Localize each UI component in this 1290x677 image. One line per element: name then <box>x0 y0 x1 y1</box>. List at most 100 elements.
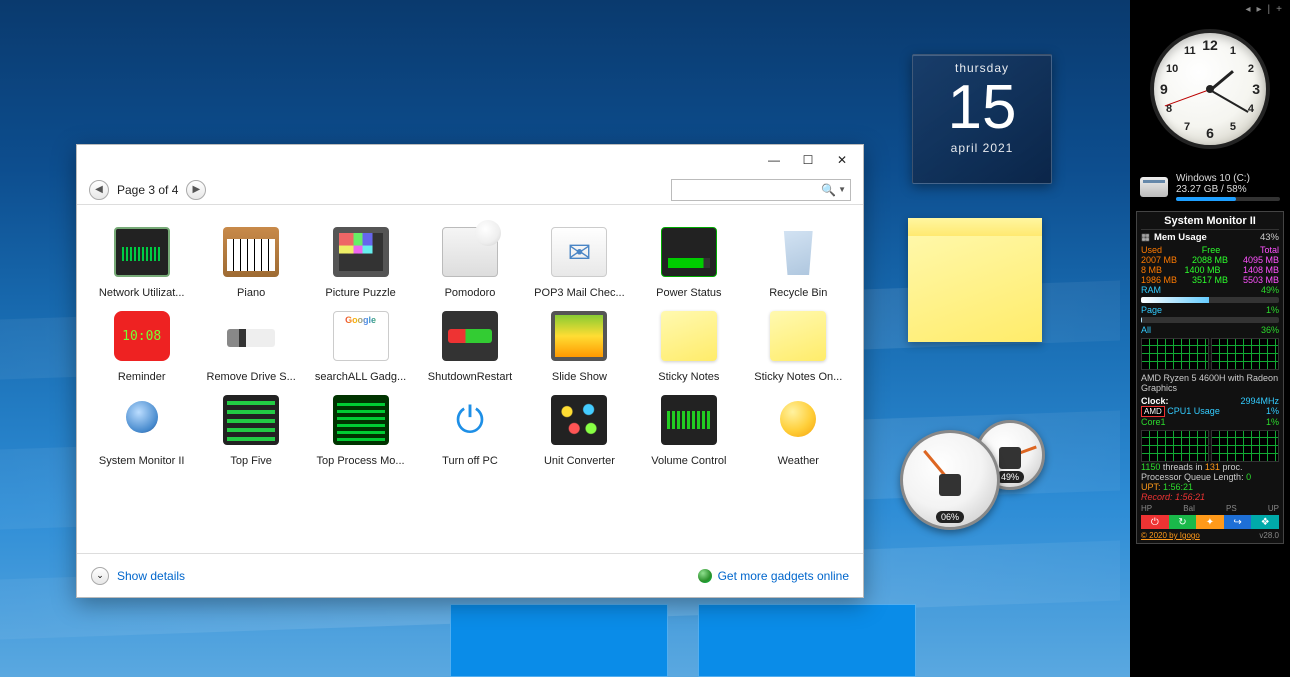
clock-gadget[interactable]: 12 1 2 3 4 5 6 7 8 9 10 11 <box>1145 29 1275 159</box>
gadget-item-mail[interactable]: POP3 Mail Chec... <box>525 221 634 299</box>
page-next-button[interactable]: ▶ <box>186 180 206 200</box>
clock-num-7: 7 <box>1184 121 1190 133</box>
restart-icon[interactable]: ↻ <box>1169 515 1197 529</box>
gadget-item-power[interactable]: Power Status <box>634 221 743 299</box>
gadget-item-network[interactable]: Network Utilizat... <box>87 221 196 299</box>
gadget-label: Top Process Mo... <box>311 455 411 467</box>
clock-num-11: 11 <box>1184 45 1196 57</box>
search-icon[interactable]: 🔍 <box>821 183 836 197</box>
power-icon[interactable]: ⏻ <box>1141 515 1169 529</box>
cpu-name: AMD Ryzen 5 4600H with Radeon Graphics <box>1141 373 1279 393</box>
logoff-icon[interactable]: ↪ <box>1224 515 1252 529</box>
close-button[interactable]: ✕ <box>825 149 859 171</box>
gadget-item-puzzle[interactable]: Picture Puzzle <box>306 221 415 299</box>
google-search-icon <box>333 311 389 361</box>
gadget-gallery-window: — ☐ ✕ ◀ Page 3 of 4 ▶ 🔍 ▼ Network Utiliz… <box>76 144 864 598</box>
cpu-dial: 06% <box>900 430 1000 530</box>
clock-minute-hand <box>1210 89 1249 113</box>
gadget-item-reminder[interactable]: Reminder <box>87 305 196 383</box>
gadget-label: Network Utilizat... <box>92 287 192 299</box>
core-row: Core1 1% <box>1141 417 1279 427</box>
gadget-label: Slide Show <box>529 371 629 383</box>
cpu-chip-icon <box>939 474 961 496</box>
clock-face: 12 1 2 3 4 5 6 7 8 9 10 11 <box>1150 29 1270 149</box>
sleep-icon[interactable]: ✦ <box>1196 515 1224 529</box>
volume-icon <box>661 395 717 445</box>
gadget-label: searchALL Gadg... <box>311 371 411 383</box>
search-dropdown-icon[interactable]: ▼ <box>838 185 846 194</box>
search-box[interactable]: 🔍 ▼ <box>671 179 851 201</box>
power-off-icon <box>442 395 498 445</box>
drive-info: Windows 10 (C:) 23.27 GB / 58% <box>1176 173 1280 201</box>
credit-link[interactable]: © 2020 by Igogo <box>1141 531 1200 540</box>
battery-icon <box>661 227 717 277</box>
mail-icon <box>551 227 607 277</box>
mem-pct: 43% <box>1260 232 1279 243</box>
calendar-date: 15 <box>913 77 1051 139</box>
monitor-version: v28.0 <box>1259 531 1279 540</box>
drive-meter-gadget[interactable]: Windows 10 (C:) 23.27 GB / 58% <box>1136 169 1284 205</box>
gadget-item-searchall[interactable]: searchALL Gadg... <box>306 305 415 383</box>
col-free: Free <box>1202 245 1221 255</box>
cpu-meter-gadget[interactable]: 49% 06% <box>900 420 1120 540</box>
uptime-row: UPT: 1:56:21 <box>1141 482 1279 492</box>
gadget-label: Power Status <box>639 287 739 299</box>
sticky-note-gadget[interactable] <box>908 218 1042 342</box>
search-input[interactable] <box>676 184 821 196</box>
record-row: Record: 1:56:21 <box>1141 492 1279 502</box>
reminder-icon <box>114 311 170 361</box>
unit-converter-icon <box>551 395 607 445</box>
gadget-item-recycle[interactable]: Recycle Bin <box>744 221 853 299</box>
calendar-gadget[interactable]: thursday 15 april 2021 <box>912 54 1052 184</box>
gadget-item-top-process[interactable]: Top Process Mo... <box>306 389 415 467</box>
cpu-graphs <box>1141 338 1279 370</box>
sidebar-next-icon[interactable]: ▸ <box>1257 4 1262 15</box>
sidebar-add-icon[interactable]: + <box>1276 4 1282 15</box>
gadget-label: Sticky Notes <box>639 371 739 383</box>
usb-drive-icon <box>223 311 279 361</box>
gadget-item-shutdown[interactable]: ShutdownRestart <box>415 305 524 383</box>
desktop-tile <box>698 604 916 677</box>
ram-row: RAM49% <box>1141 285 1279 295</box>
gadget-label: Weather <box>748 455 848 467</box>
gadget-item-unit[interactable]: Unit Converter <box>525 389 634 467</box>
shutdown-icon <box>442 311 498 361</box>
mem-columns: Used Free Total <box>1141 245 1279 255</box>
mem-header: ▦ Mem Usage 43% <box>1141 232 1279 243</box>
calendar-month: april 2021 <box>913 141 1051 155</box>
gadget-item-remove-drive[interactable]: Remove Drive S... <box>196 305 305 383</box>
clock-num-12: 12 <box>1202 37 1218 53</box>
chevron-down-icon[interactable]: ⌄ <box>91 567 109 585</box>
gadget-item-slideshow[interactable]: Slide Show <box>525 305 634 383</box>
gadget-item-sticky-online[interactable]: Sticky Notes On... <box>744 305 853 383</box>
system-monitor-gadget[interactable]: System Monitor II ▦ Mem Usage 43% Used F… <box>1136 211 1284 544</box>
clock-num-6: 6 <box>1206 125 1214 141</box>
clock-second-hand <box>1165 89 1210 106</box>
clock-num-5: 5 <box>1230 121 1236 133</box>
sidebar-prev-icon[interactable]: ◂ <box>1245 4 1250 15</box>
gadget-item-pomodoro[interactable]: Pomodoro <box>415 221 524 299</box>
page-prev-button[interactable]: ◀ <box>89 180 109 200</box>
show-details-link[interactable]: Show details <box>117 569 185 583</box>
monitor-credits: © 2020 by Igogo v28.0 <box>1141 531 1279 540</box>
gadget-item-top-five[interactable]: Top Five <box>196 389 305 467</box>
gadget-item-volume[interactable]: Volume Control <box>634 389 743 467</box>
get-more-gadgets-link[interactable]: Get more gadgets online <box>718 569 849 583</box>
mem-row-3: 1986 MB3517 MB5503 MB <box>1141 275 1279 285</box>
desktop-tile <box>450 604 668 677</box>
gadget-label: Turn off PC <box>420 455 520 467</box>
puzzle-icon <box>333 227 389 277</box>
gadget-label: System Monitor II <box>92 455 192 467</box>
gadget-item-sysmon[interactable]: System Monitor II <box>87 389 196 467</box>
sidebar-divider: | <box>1268 4 1271 15</box>
gadget-item-sticky[interactable]: Sticky Notes <box>634 305 743 383</box>
minimize-button[interactable]: — <box>757 149 791 171</box>
sun-icon <box>770 395 826 445</box>
gadget-item-weather[interactable]: Weather <box>744 389 853 467</box>
maximize-button[interactable]: ☐ <box>791 149 825 171</box>
monitor-title: System Monitor II <box>1141 215 1279 230</box>
gadget-item-turnoff[interactable]: Turn off PC <box>415 389 524 467</box>
lock-icon[interactable]: ❖ <box>1251 515 1279 529</box>
window-titlebar[interactable]: — ☐ ✕ <box>77 145 863 175</box>
gadget-item-piano[interactable]: Piano <box>196 221 305 299</box>
